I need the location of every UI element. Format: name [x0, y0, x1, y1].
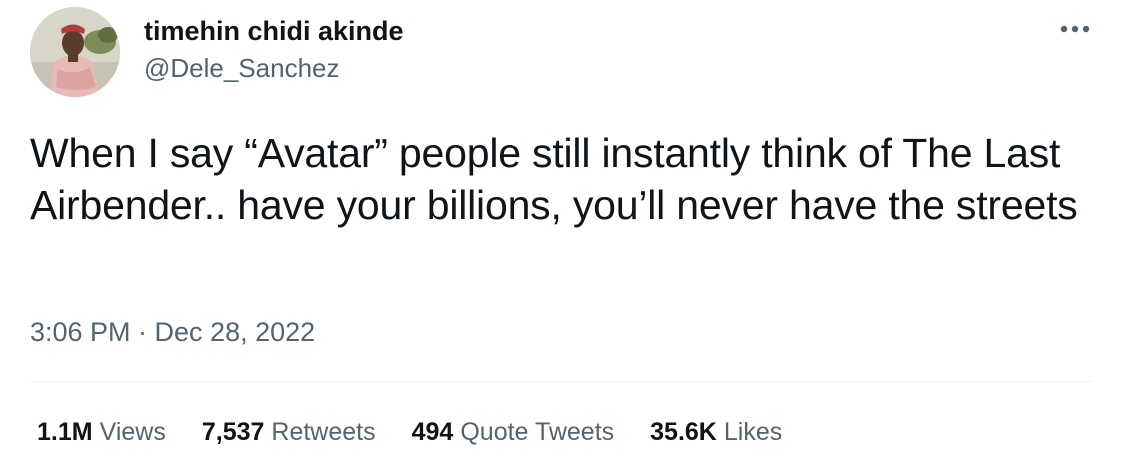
tweet-card: timehin chidi akinde @Dele_Sanchez When … — [0, 0, 1123, 473]
avatar[interactable] — [30, 7, 120, 97]
likes-label: Likes — [723, 418, 783, 446]
tweet-timestamp[interactable]: 3:06 PM · Dec 28, 2022 — [30, 315, 315, 349]
more-horizontal-icon — [1060, 25, 1090, 33]
tweet-text: When I say “Avatar” people still instant… — [30, 130, 1078, 228]
more-options-button[interactable] — [1052, 14, 1098, 44]
retweets-stat[interactable]: 7,537 Retweets — [202, 415, 376, 449]
author-handle[interactable]: @Dele_Sanchez — [144, 52, 340, 84]
user-photo-icon — [30, 7, 120, 97]
likes-count: 35.6K — [650, 418, 717, 446]
author-display-name[interactable]: timehin chidi akinde — [144, 15, 404, 47]
quote-tweets-count: 494 — [411, 418, 454, 446]
views-label: Views — [99, 418, 166, 446]
divider — [30, 381, 1092, 382]
views-stat[interactable]: 1.1M Views — [37, 415, 166, 449]
quote-tweets-stat[interactable]: 494 Quote Tweets — [412, 415, 615, 449]
retweets-count: 7,537 — [201, 418, 265, 446]
engagement-stats: 1.1M Views 7,537 Retweets 494 Quote Twee… — [37, 415, 818, 449]
retweets-label: Retweets — [271, 418, 376, 446]
views-count: 1.1M — [37, 418, 93, 446]
likes-stat[interactable]: 35.6K Likes — [650, 415, 782, 449]
quote-tweets-label: Quote Tweets — [460, 418, 615, 446]
